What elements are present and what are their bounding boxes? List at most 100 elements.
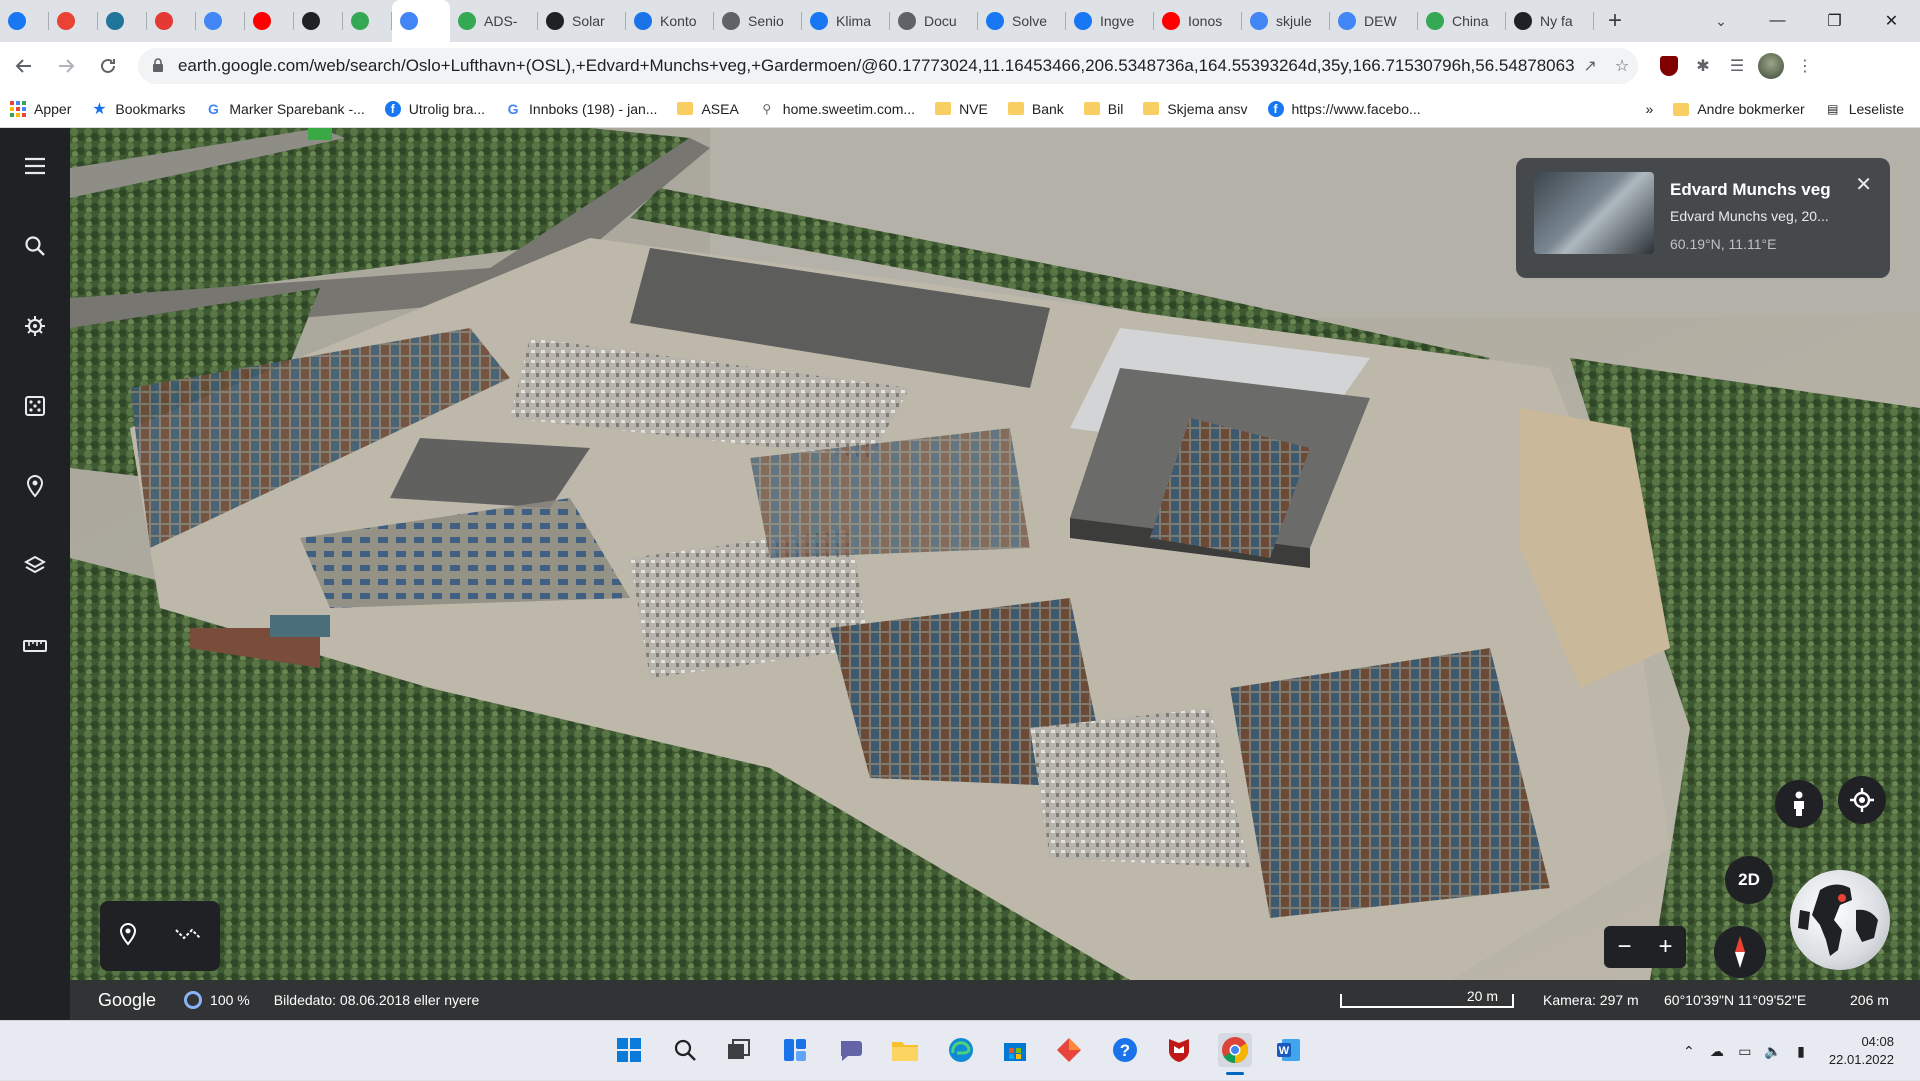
zoom-out-button[interactable]: − <box>1617 933 1631 961</box>
reload-button[interactable] <box>90 48 126 84</box>
bookmark-star-icon[interactable]: ☆ <box>1606 56 1638 76</box>
media-controls-icon[interactable]: ☰ <box>1720 49 1754 83</box>
street-view-thumbnail[interactable] <box>1534 172 1654 254</box>
task-view-icon[interactable] <box>722 1033 756 1067</box>
tab[interactable] <box>147 0 196 42</box>
new-tab-button[interactable]: + <box>1594 0 1636 42</box>
close-window-button[interactable]: ✕ <box>1863 0 1920 42</box>
reading-list-button[interactable]: ▤ Leseliste <box>1815 94 1914 124</box>
bookmark-item[interactable]: ★ Bookmarks <box>81 94 195 124</box>
tab[interactable]: Solar <box>538 0 626 42</box>
menu-hamburger-icon[interactable] <box>15 146 55 186</box>
bookmark-item[interactable]: ⚲ home.sweetim.com... <box>749 94 925 124</box>
tab-title: skjule <box>1276 13 1312 29</box>
openai-icon <box>1514 12 1532 30</box>
bookmark-item[interactable]: Apper <box>0 94 81 124</box>
my-location-button[interactable] <box>1838 776 1886 824</box>
tab[interactable] <box>0 0 49 42</box>
tab[interactable]: DEW <box>1330 0 1418 42</box>
tab[interactable]: China <box>1418 0 1506 42</box>
forward-button[interactable] <box>48 48 84 84</box>
tab[interactable]: skjule <box>1242 0 1330 42</box>
compass-button[interactable] <box>1714 926 1766 978</box>
tab[interactable]: Senio <box>714 0 802 42</box>
word-icon[interactable]: W <box>1272 1033 1306 1067</box>
edge-browser-icon[interactable] <box>944 1033 978 1067</box>
bookmark-label: Innboks (198) - jan... <box>529 100 658 117</box>
volume-icon[interactable]: 🔈 <box>1759 1043 1787 1060</box>
other-bookmarks-folder[interactable]: Andre bokmerker <box>1663 94 1814 124</box>
url-input[interactable] <box>177 56 1575 76</box>
tab[interactable]: Klima <box>802 0 890 42</box>
close-card-icon[interactable]: ✕ <box>1855 172 1872 197</box>
feeling-lucky-dice-icon[interactable] <box>15 386 55 426</box>
widgets-icon[interactable] <box>778 1033 812 1067</box>
tab-active[interactable] <box>392 0 450 42</box>
file-explorer-icon[interactable] <box>888 1033 922 1067</box>
bookmarks-overflow-button[interactable]: » <box>1636 94 1664 124</box>
tab[interactable] <box>196 0 245 42</box>
tab-search-button[interactable]: ⌄ <box>1700 0 1742 42</box>
tab[interactable]: Docu <box>890 0 978 42</box>
bookmark-item[interactable]: G Marker Sparebank -... <box>195 94 374 124</box>
network-icon[interactable]: ▭ <box>1731 1043 1759 1060</box>
bookmark-item[interactable]: NVE <box>925 94 998 124</box>
place-info-card[interactable]: Edvard Munchs veg Edvard Munchs veg, 20.… <box>1516 158 1890 278</box>
address-bar[interactable]: ↗ ☆ <box>138 48 1638 84</box>
toggle-2d-button[interactable]: 2D <box>1725 856 1773 904</box>
lock-icon[interactable] <box>152 57 172 75</box>
bookmark-item[interactable]: G Innboks (198) - jan... <box>495 94 667 124</box>
battery-icon[interactable]: ▮ <box>1787 1043 1815 1060</box>
restore-button[interactable]: ❐ <box>1806 0 1863 42</box>
tab[interactable] <box>294 0 343 42</box>
voyager-helm-icon[interactable] <box>15 306 55 346</box>
bookmark-item[interactable]: Bank <box>998 94 1074 124</box>
tab[interactable]: Solve <box>978 0 1066 42</box>
taskbar-clock[interactable]: 04:08 22.01.2022 <box>1829 1033 1894 1069</box>
back-button[interactable] <box>6 48 42 84</box>
minimize-button[interactable]: — <box>1749 0 1806 42</box>
microsoft-store-icon[interactable] <box>998 1033 1032 1067</box>
ublock-icon[interactable] <box>1652 49 1686 83</box>
browser-menu-icon[interactable]: ⋮ <box>1788 49 1822 83</box>
tab[interactable] <box>343 0 392 42</box>
tab[interactable]: Ingve <box>1066 0 1154 42</box>
chevron-up-icon[interactable]: ⌃ <box>1675 1043 1703 1060</box>
bookmark-item[interactable]: f Utrolig bra... <box>375 94 495 124</box>
help-icon[interactable]: ? <box>1108 1033 1142 1067</box>
bookmark-item[interactable]: ASEA <box>667 94 748 124</box>
tab[interactable] <box>49 0 98 42</box>
tab-title: ADS- <box>484 13 518 29</box>
extensions-puzzle-icon[interactable]: ✱ <box>1686 49 1720 83</box>
loading-ring-icon <box>184 991 203 1009</box>
onedrive-cloud-icon[interactable]: ☁ <box>1703 1043 1731 1060</box>
bookmark-item[interactable]: f https://www.facebo... <box>1258 94 1431 124</box>
add-placemark-icon[interactable] <box>118 922 138 951</box>
tab[interactable] <box>98 0 147 42</box>
draw-line-icon[interactable] <box>174 926 202 947</box>
globe-minimap[interactable] <box>1790 870 1890 970</box>
chrome-taskbar-icon[interactable] <box>1218 1033 1252 1075</box>
red-diamond-app-icon[interactable] <box>1052 1033 1086 1067</box>
teams-chat-icon[interactable] <box>834 1033 868 1067</box>
projects-pin-icon[interactable] <box>15 466 55 506</box>
profile-avatar[interactable] <box>1754 49 1788 83</box>
bookmark-item[interactable]: Bil <box>1074 94 1134 124</box>
pegman-street-view-button[interactable] <box>1775 780 1823 828</box>
tab[interactable] <box>245 0 294 42</box>
windows-start-icon[interactable] <box>612 1033 646 1067</box>
tab[interactable]: Konto <box>626 0 714 42</box>
taskbar-search-icon[interactable] <box>668 1033 702 1067</box>
map-style-layers-icon[interactable] <box>15 546 55 586</box>
mcafee-shield-icon[interactable] <box>1162 1033 1196 1067</box>
tab[interactable]: Ionos <box>1154 0 1242 42</box>
scale-bar[interactable]: 20 m <box>1340 989 1514 1008</box>
measure-ruler-icon[interactable] <box>15 626 55 666</box>
share-icon[interactable]: ↗ <box>1574 56 1606 76</box>
tab[interactable]: ADS- <box>450 0 538 42</box>
bookmark-item[interactable]: Skjema ansv <box>1133 94 1257 124</box>
bookmark-label: Marker Sparebank -... <box>229 100 365 117</box>
search-icon[interactable] <box>15 226 55 266</box>
zoom-in-button[interactable]: + <box>1658 933 1672 961</box>
tab[interactable]: Ny fa <box>1506 0 1594 42</box>
